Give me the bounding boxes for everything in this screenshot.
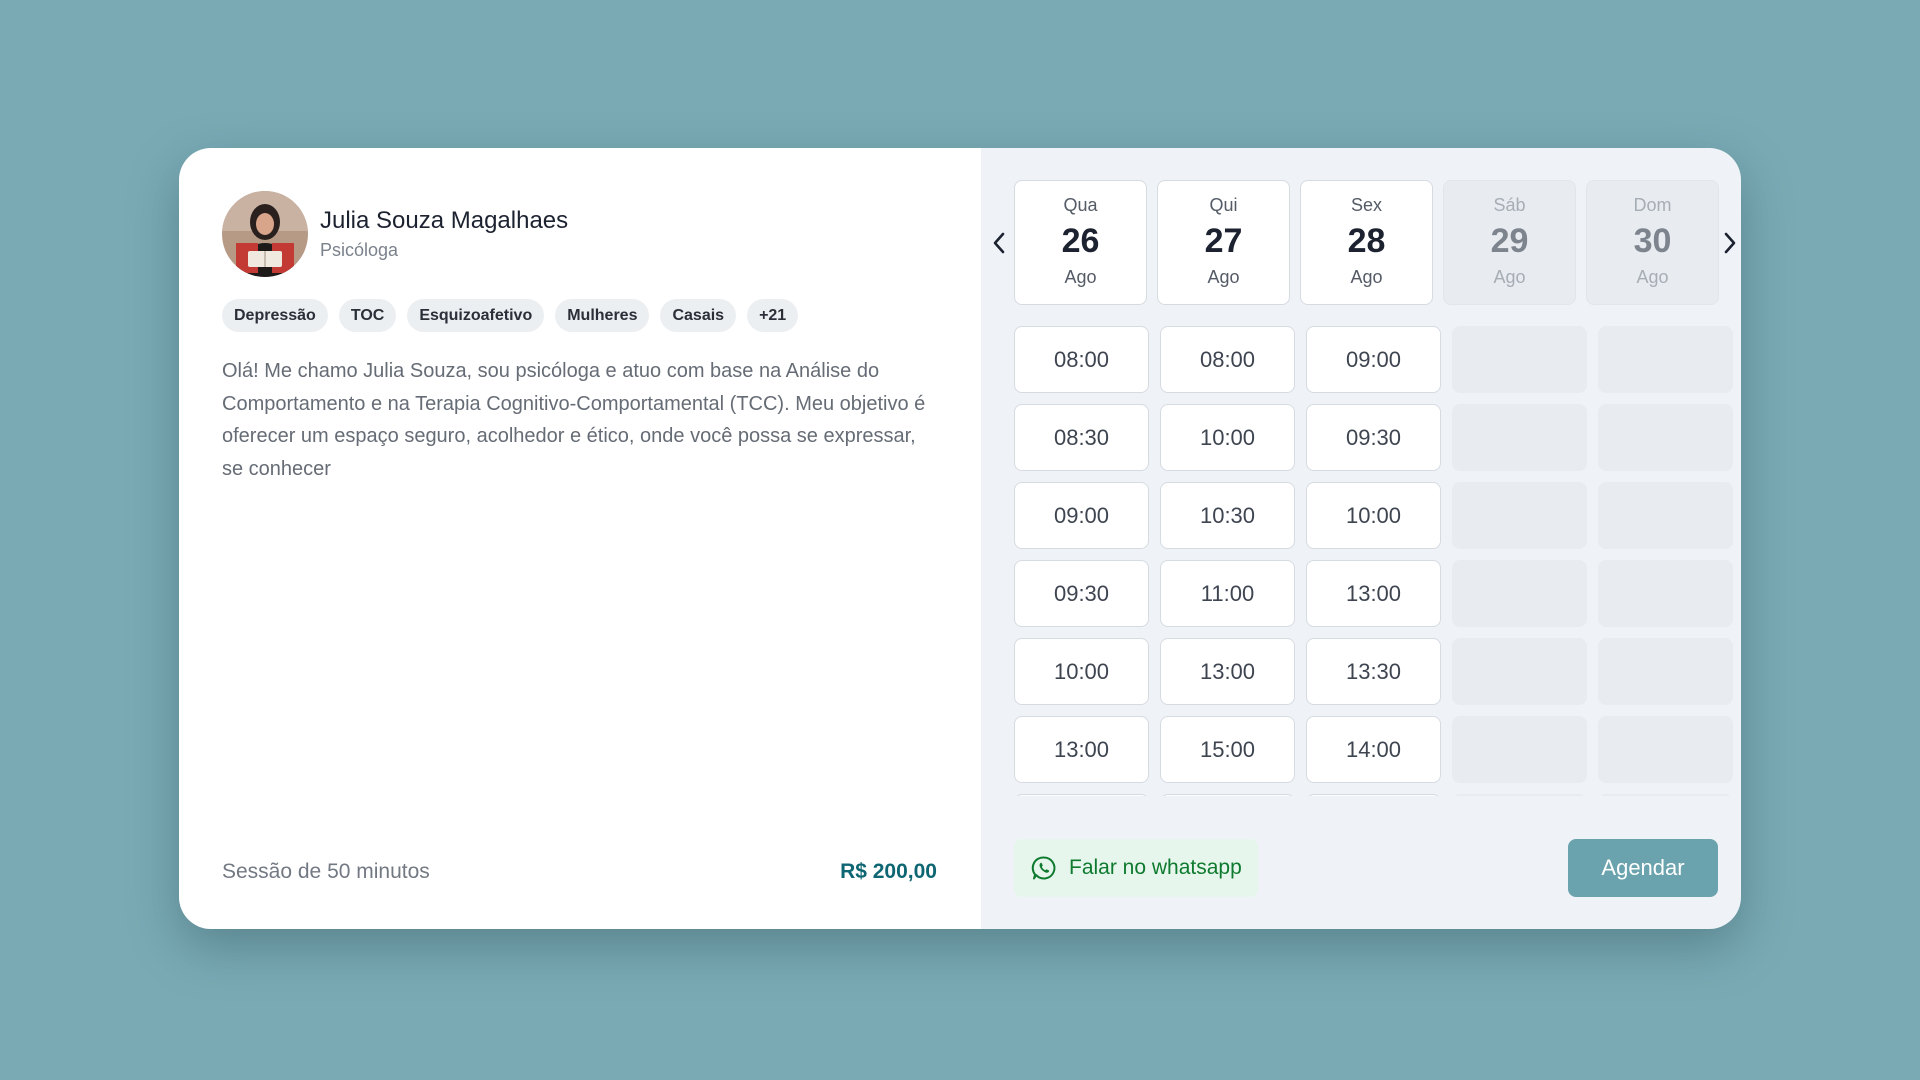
- time-slot[interactable]: 08:00: [1014, 326, 1149, 393]
- profile-bio: Olá! Me chamo Julia Souza, sou psicóloga…: [222, 360, 926, 480]
- empty-slot: [1598, 560, 1733, 627]
- day-weekday: Sáb: [1493, 195, 1526, 215]
- empty-slot: [1452, 794, 1587, 796]
- day-month: Ago: [1064, 267, 1097, 287]
- empty-slot: [1598, 482, 1733, 549]
- day-month: Ago: [1350, 267, 1383, 287]
- session-duration: Sessão de 50 minutos: [222, 860, 430, 883]
- time-slot[interactable]: 13:00: [1160, 638, 1295, 705]
- day-weekday: Qui: [1209, 195, 1238, 215]
- session-price: R$ 200,00: [840, 860, 937, 883]
- day-header-4: Dom 30 Ago: [1586, 180, 1719, 305]
- time-slot[interactable]: 10:30: [1160, 482, 1295, 549]
- empty-slot: [1452, 404, 1587, 471]
- day-month: Ago: [1636, 267, 1669, 287]
- specialty-tags: Depressão TOC Esquizoafetivo Mulheres Ca…: [222, 299, 937, 332]
- day-header-1[interactable]: Qui 27 Ago: [1157, 180, 1290, 305]
- day-month: Ago: [1493, 267, 1526, 287]
- tag-casais: Casais: [660, 299, 737, 332]
- booking-card: Julia Souza Magalhaes Psicóloga Depressã…: [179, 148, 1741, 929]
- empty-slot: [1598, 716, 1733, 783]
- day-weekday: Sex: [1350, 195, 1383, 215]
- empty-slot: [1452, 638, 1587, 705]
- time-slot[interactable]: 08:00: [1160, 326, 1295, 393]
- empty-slot: [1452, 326, 1587, 393]
- empty-slot: [1598, 404, 1733, 471]
- slots-column-0: 08:00 08:30 09:00 09:30 10:00 13:00: [1014, 326, 1149, 796]
- chevron-right-icon: [1724, 232, 1736, 254]
- day-header-3: Sáb 29 Ago: [1443, 180, 1576, 305]
- time-slot[interactable]: 13:30: [1306, 638, 1441, 705]
- whatsapp-button[interactable]: Falar no whatsapp: [1014, 839, 1258, 897]
- profile-name: Julia Souza Magalhaes: [320, 207, 569, 234]
- slots-column-1: 08:00 10:00 10:30 11:00 13:00 15:00: [1160, 326, 1295, 796]
- time-slot-partial[interactable]: [1306, 794, 1441, 796]
- whatsapp-label: Falar no whatsapp: [1069, 856, 1242, 879]
- time-slot[interactable]: 09:00: [1306, 326, 1441, 393]
- profile-panel: Julia Souza Magalhaes Psicóloga Depressã…: [179, 148, 981, 929]
- profile-role: Psicóloga: [320, 240, 399, 260]
- day-number: 27: [1204, 222, 1243, 260]
- session-info: Sessão de 50 minutos R$ 200,00: [222, 860, 937, 884]
- tag-toc: TOC: [338, 299, 397, 332]
- time-slot[interactable]: 10:00: [1160, 404, 1295, 471]
- time-slot[interactable]: 10:00: [1014, 638, 1149, 705]
- time-slot[interactable]: 13:00: [1014, 716, 1149, 783]
- time-slot[interactable]: 14:00: [1306, 716, 1441, 783]
- time-slot[interactable]: 08:30: [1014, 404, 1149, 471]
- time-slot[interactable]: 13:00: [1306, 560, 1441, 627]
- book-button[interactable]: Agendar: [1568, 839, 1718, 897]
- whatsapp-icon: [1031, 856, 1056, 880]
- empty-slot: [1598, 638, 1733, 705]
- tag-mulheres: Mulheres: [555, 299, 650, 332]
- time-slot[interactable]: 09:00: [1014, 482, 1149, 549]
- schedule-panel: Qua 26 Ago Qui 27 Ago Sex 28 Ago Sáb 29 …: [981, 148, 1741, 929]
- time-slot[interactable]: 11:00: [1160, 560, 1295, 627]
- tag-esquizoafetivo: Esquizoafetivo: [407, 299, 545, 332]
- day-header-0[interactable]: Qua 26 Ago: [1014, 180, 1147, 305]
- time-slot[interactable]: 09:30: [1306, 404, 1441, 471]
- time-slot[interactable]: 09:30: [1014, 560, 1149, 627]
- profile-header: Julia Souza Magalhaes Psicóloga: [222, 191, 937, 277]
- prev-week-button[interactable]: [987, 228, 1011, 258]
- time-slot-partial[interactable]: [1160, 794, 1295, 796]
- day-number: 29: [1490, 222, 1529, 260]
- next-week-button[interactable]: [1718, 228, 1741, 258]
- empty-slot: [1598, 326, 1733, 393]
- time-slot-partial[interactable]: [1014, 794, 1149, 796]
- day-header-2[interactable]: Sex 28 Ago: [1300, 180, 1433, 305]
- slots-column-2: 09:00 09:30 10:00 13:00 13:30 14:00: [1306, 326, 1441, 796]
- avatar: [222, 191, 308, 277]
- empty-slot: [1452, 560, 1587, 627]
- slots-column-3: [1452, 326, 1587, 796]
- empty-slot: [1452, 482, 1587, 549]
- day-weekday: Qua: [1063, 195, 1098, 215]
- time-slot[interactable]: 10:00: [1306, 482, 1441, 549]
- day-month: Ago: [1207, 267, 1240, 287]
- day-number: 26: [1061, 222, 1100, 260]
- day-weekday: Dom: [1633, 195, 1672, 215]
- time-slot[interactable]: 15:00: [1160, 716, 1295, 783]
- day-number: 28: [1347, 222, 1386, 260]
- empty-slot: [1598, 794, 1733, 796]
- empty-slot: [1452, 716, 1587, 783]
- slots-column-4: [1598, 326, 1733, 796]
- time-slots-grid[interactable]: 08:00 08:30 09:00 09:30 10:00 13:00 08:0…: [1014, 326, 1734, 796]
- tag-depressao: Depressão: [222, 299, 328, 332]
- chevron-left-icon: [993, 232, 1005, 254]
- day-number: 30: [1633, 222, 1672, 260]
- day-headers: Qua 26 Ago Qui 27 Ago Sex 28 Ago Sáb 29 …: [1014, 180, 1719, 305]
- tag-more[interactable]: +21: [747, 299, 799, 332]
